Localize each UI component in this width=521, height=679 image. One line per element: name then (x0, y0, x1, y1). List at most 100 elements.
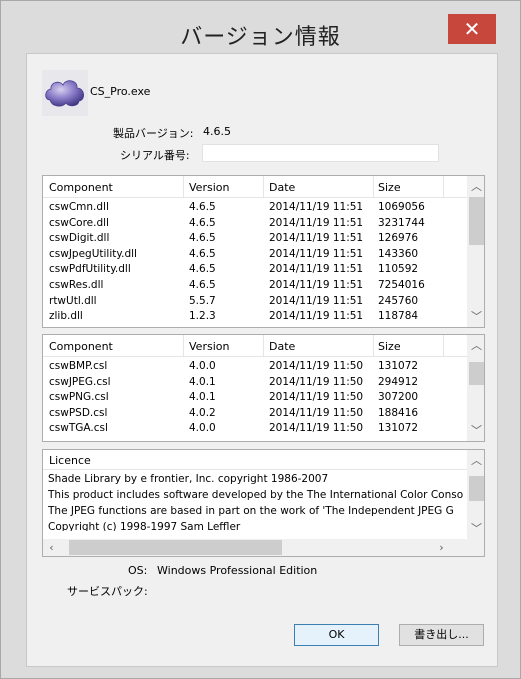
title-bar: バージョン情報 ✕ (1, 1, 520, 53)
size-cell: 131072 (378, 360, 419, 372)
column-size[interactable]: Size (378, 181, 401, 194)
scroll-thumb[interactable] (469, 197, 484, 245)
date-cell: 2014/11/19 11:51 (269, 263, 364, 276)
date-cell: 2014/11/19 11:51 (269, 279, 364, 291)
chevron-up-icon[interactable]: ︿ (468, 337, 485, 354)
column-version[interactable]: Version (189, 340, 229, 353)
version-cell: 1.2.3 (189, 310, 216, 323)
date-cell: 2014/11/19 11:51 (269, 294, 364, 307)
component-cell: cswJpegUtility.dll (49, 247, 137, 260)
column-component[interactable]: Component (49, 340, 113, 353)
chevron-up-icon[interactable]: ︿ (468, 178, 485, 195)
table-row[interactable]: cswJpegUtility.dll 4.6.5 2014/11/19 11:51 1… (43, 246, 470, 262)
table-row[interactable]: rtwUtl.dll 5.5.7 2014/11/19 11:51 245760 (43, 293, 470, 309)
table-row[interactable]: cswBMP.csl 4.0.0 2014/11/19 11:50 131072 (43, 358, 470, 374)
scroll-thumb[interactable] (69, 540, 282, 555)
component-cell: cswBMP.csl (49, 360, 108, 372)
licence-line: Shade Library by e frontier, Inc. copyri… (48, 473, 329, 485)
cloud-icon (42, 70, 88, 116)
size-cell: 188416 (378, 406, 419, 419)
service-pack-label: サービスパック: (67, 585, 148, 598)
component-cell: cswJPEG.csl (49, 375, 111, 388)
column-version[interactable]: Version (189, 181, 229, 194)
serial-field (202, 144, 439, 162)
size-cell: 126976 (378, 232, 419, 245)
scroll-thumb[interactable] (469, 476, 484, 501)
version-cell: 4.0.1 (189, 391, 216, 404)
component-cell: cswRes.dll (49, 279, 104, 291)
component-cell: zlib.dll (49, 310, 83, 323)
column-date[interactable]: Date (269, 181, 295, 194)
size-cell: 143360 (378, 247, 419, 260)
table-row[interactable]: cswCmn.dll 4.6.5 2014/11/19 11:51 1069056 (43, 199, 470, 215)
size-cell: 110592 (378, 263, 419, 276)
modules-list[interactable]: Component Version Date Size cswCmn.dll 4.… (42, 175, 485, 328)
version-cell: 4.0.0 (189, 422, 216, 435)
licence-line: The JPEG functions are based in part on … (48, 505, 454, 517)
size-cell: 7254016 (378, 279, 425, 291)
date-cell: 2014/11/19 11:50 (269, 406, 364, 419)
date-cell: 2014/11/19 11:51 (269, 310, 364, 323)
size-cell: 3231744 (378, 216, 425, 229)
column-size[interactable]: Size (378, 340, 401, 353)
date-cell: 2014/11/19 11:51 (269, 216, 364, 229)
licence-line: Copyright (c) 1998-1997 Sam Leffler (48, 521, 241, 531)
licence-box[interactable]: Licence Shade Library by e frontier, Inc… (42, 449, 485, 557)
date-cell: 2014/11/19 11:51 (269, 247, 364, 260)
dialog-body: CS_Pro.exe 製品バージョン: 4.6.5 シリアル番号: Compon… (26, 53, 498, 667)
date-cell: 2014/11/19 11:50 (269, 422, 364, 435)
table-row[interactable]: cswPdfUtility.dll 4.6.5 2014/11/19 11:51 11… (43, 261, 470, 277)
vertical-scrollbar[interactable]: ︿ ﹀ (467, 335, 484, 441)
scroll-thumb[interactable] (469, 362, 484, 385)
version-cell: 5.5.7 (189, 294, 216, 307)
size-cell: 307200 (378, 391, 419, 404)
chevron-left-icon[interactable]: ‹ (43, 539, 60, 556)
version-cell: 4.0.0 (189, 360, 216, 372)
vertical-scrollbar[interactable]: ︿ ﹀ (467, 450, 484, 539)
table-row[interactable]: cswTGA.csl 4.0.0 2014/11/19 11:50 131072 (43, 420, 470, 436)
horizontal-scrollbar[interactable]: ‹ › (43, 539, 470, 556)
column-date[interactable]: Date (269, 340, 295, 353)
modules-header: Component Version Date Size (43, 176, 470, 198)
component-cell: cswPSD.csl (49, 406, 108, 419)
licence-header: Licence (49, 454, 91, 467)
date-cell: 2014/11/19 11:50 (269, 375, 364, 388)
plugins-header: Component Version Date Size (43, 335, 470, 357)
ok-button[interactable]: OK (294, 624, 379, 646)
plugins-list[interactable]: Component Version Date Size cswBMP.csl 4.… (42, 334, 485, 442)
licence-line: This product includes software developed… (48, 489, 464, 501)
component-cell: cswCmn.dll (49, 201, 109, 213)
table-row[interactable]: cswPNG.csl 4.0.1 2014/11/19 11:50 307200 (43, 389, 470, 405)
component-cell: cswDigit.dll (49, 232, 110, 245)
table-row[interactable]: cswPSD.csl 4.0.2 2014/11/19 11:50 188416 (43, 405, 470, 421)
licence-text: Shade Library by e frontier, Inc. copyri… (43, 470, 469, 531)
table-row[interactable]: cswDigit.dll 4.6.5 2014/11/19 11:51 126976 (43, 230, 470, 246)
version-cell: 4.6.5 (189, 247, 216, 260)
version-cell: 4.6.5 (189, 232, 216, 245)
version-cell: 4.0.2 (189, 406, 216, 419)
chevron-up-icon[interactable]: ︿ (468, 452, 485, 469)
table-row[interactable]: zlib.dll 1.2.3 2014/11/19 11:51 118784 (43, 308, 470, 324)
version-label: 製品バージョン: (113, 127, 194, 140)
export-button[interactable]: 書き出し... (399, 624, 484, 646)
column-component[interactable]: Component (49, 181, 113, 194)
chevron-down-icon[interactable]: ﹀ (468, 308, 485, 325)
version-cell: 4.6.5 (189, 201, 216, 213)
table-row[interactable]: cswJPEG.csl 4.0.1 2014/11/19 11:50 294912 (43, 374, 470, 390)
date-cell: 2014/11/19 11:51 (269, 201, 364, 213)
size-cell: 245760 (378, 294, 419, 307)
component-cell: cswCore.dll (49, 216, 109, 229)
close-button[interactable]: ✕ (448, 14, 496, 44)
chevron-down-icon[interactable]: ﹀ (468, 422, 485, 439)
about-dialog: バージョン情報 ✕ CS_Pro.exe 製品バージョン: 4.6.5 シリアル… (0, 0, 521, 679)
chevron-right-icon[interactable]: › (433, 539, 450, 556)
size-cell: 294912 (378, 375, 419, 388)
version-cell: 4.6.5 (189, 279, 216, 291)
table-row[interactable]: cswRes.dll 4.6.5 2014/11/19 11:51 7254016 (43, 277, 470, 293)
vertical-scrollbar[interactable]: ︿ ﹀ (467, 176, 484, 327)
table-row[interactable]: cswCore.dll 4.6.5 2014/11/19 11:51 3231744 (43, 215, 470, 231)
component-cell: rtwUtl.dll (49, 294, 97, 307)
version-value: 4.6.5 (203, 125, 231, 138)
chevron-down-icon[interactable]: ﹀ (468, 520, 485, 537)
exe-name: CS_Pro.exe (90, 85, 151, 98)
